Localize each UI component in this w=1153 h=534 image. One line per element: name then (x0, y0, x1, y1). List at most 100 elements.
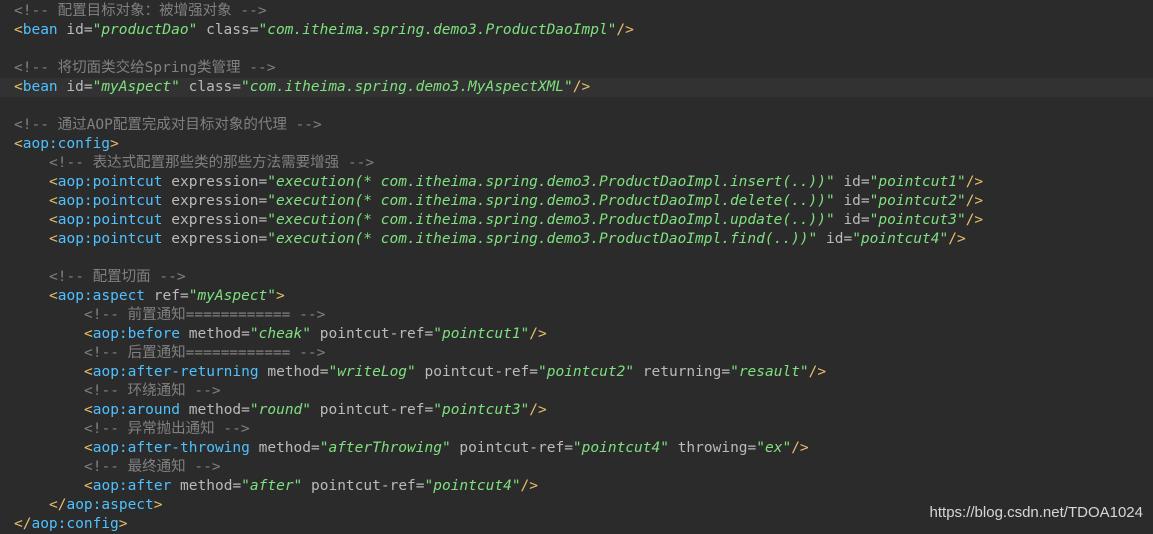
code-token-attr: returning (642, 364, 722, 380)
watermark-text: https://blog.csdn.net/TDOA1024 (929, 504, 1143, 521)
code-token-bracket: /> (791, 440, 809, 456)
code-token-equal: = (860, 174, 870, 190)
code-line[interactable]: <aop:aspect ref="myAspect"> (0, 287, 1153, 306)
code-line[interactable]: <aop:pointcut expression="execution(* co… (0, 230, 1153, 249)
code-token-attr: class (206, 22, 250, 38)
code-token-attr: pointcut-ref (319, 326, 425, 342)
code-line[interactable]: <!-- 环绕通知 --> (0, 382, 1153, 401)
code-line[interactable]: <!-- 配置切面 --> (0, 268, 1153, 287)
code-token-comment: <!-- 环绕通知 --> (84, 383, 221, 399)
code-line[interactable]: <aop:pointcut expression="execution(* co… (0, 192, 1153, 211)
code-editor[interactable]: <!-- 配置目标对象：被增强对象 --> <bean id="productDa… (0, 0, 1153, 532)
code-line[interactable]: <aop:around method="round" pointcut-ref=… (0, 401, 1153, 420)
code-token-bracket: /> (965, 174, 984, 190)
code-line[interactable] (0, 40, 1153, 59)
code-line[interactable]: <bean id="productDao" class="com.itheima… (0, 21, 1153, 40)
code-token-value-green: "productDao" (92, 22, 198, 38)
code-token-name: bean (22, 22, 58, 38)
code-token-attr: pointcut-ref (424, 364, 530, 380)
code-token-bracket: /> (965, 193, 984, 209)
code-line[interactable]: <aop:pointcut expression="execution(* co… (0, 173, 1153, 192)
code-line[interactable]: <aop:after method="after" pointcut-ref="… (0, 477, 1153, 496)
code-token-name: bean (22, 79, 58, 95)
code-token-equal: = (424, 326, 434, 342)
code-line[interactable]: <aop:pointcut expression="execution(* co… (0, 211, 1153, 230)
code-token-comment: <!-- 配置切面 --> (49, 269, 186, 285)
code-token-value-green: "execution(* com.itheima.spring.demo3.Pr… (267, 174, 835, 190)
code-line[interactable]: <aop:before method="cheak" pointcut-ref=… (0, 325, 1153, 344)
code-token-attr: throwing (677, 440, 748, 456)
code-token-equal: = (529, 364, 539, 380)
code-token-bracket: < (84, 402, 93, 418)
code-line[interactable]: <aop:after-throwing method="afterThrowin… (0, 439, 1153, 458)
code-token-bracket: > (118, 516, 128, 532)
code-line[interactable] (0, 97, 1153, 116)
code-token-value-green: "pointcut3" (433, 402, 530, 418)
code-token-bracket: < (84, 440, 93, 456)
code-line[interactable]: <!-- 表达式配置那些类的那些方法需要增强 --> (0, 154, 1153, 173)
code-line[interactable]: <!-- 后置通知============ --> (0, 344, 1153, 363)
code-token-equal: = (232, 79, 242, 95)
code-token-attr: expression (171, 212, 259, 228)
code-token-equal: = (258, 193, 268, 209)
code-token-equal: = (241, 402, 250, 418)
code-token-value-green: "execution(* com.itheima.spring.demo3.Pr… (267, 231, 818, 247)
code-line[interactable]: <aop:after-returning method = "writeLog" p… (0, 363, 1153, 382)
code-line[interactable] (0, 249, 1153, 268)
code-token-bracket: </ (14, 516, 32, 532)
code-token-name: aop:aspect (66, 497, 154, 513)
code-token-value-green: "writeLog" (328, 364, 416, 380)
code-token-name: aop:after (92, 478, 172, 494)
code-token-value-green: "myAspect" (92, 79, 180, 95)
code-token-value-green: "com.itheima.spring.demo3.ProductDaoImpl… (258, 22, 617, 38)
code-token-name: aop:around (92, 402, 181, 418)
code-token-equal: = (311, 440, 320, 456)
code-token-value-green: "com.itheima.spring.demo3.MyAspectXML" (241, 79, 573, 95)
code-line[interactable]: <!-- 最终通知 --> (0, 458, 1153, 477)
code-token-equal: = (843, 231, 853, 247)
code-token-attr: id (66, 22, 84, 38)
code-token-equal: = (258, 212, 268, 228)
code-token-value-green: "pointcut4" (852, 231, 949, 247)
code-token-name: aop:pointcut (57, 231, 163, 247)
code-token-value-green: "pointcut4" (572, 440, 669, 456)
code-token-bracket: /> (948, 231, 966, 247)
code-token-attr: method (180, 478, 233, 494)
code-token-equal: = (564, 440, 573, 456)
code-token-bracket: /> (520, 478, 539, 494)
code-token-equal: = (258, 231, 268, 247)
code-token-equal: = (179, 288, 189, 304)
code-line[interactable]: <aop:config> (0, 135, 1153, 154)
code-line[interactable]: <!-- 前置通知============ --> (0, 306, 1153, 325)
code-line[interactable]: <!-- 通过AOP配置完成对目标对象的代理 --> (0, 116, 1153, 135)
code-token-comment: <!-- 通过AOP配置完成对目标对象的代理 --> (14, 117, 322, 133)
code-token-name: aop:before (92, 326, 181, 342)
code-token-equal: = (424, 402, 434, 418)
code-token-attr: pointcut-ref (311, 478, 416, 494)
code-line[interactable]: <!-- 配置目标对象：被增强对象 --> (0, 2, 1153, 21)
code-token-value-green: "myAspect" (188, 288, 277, 304)
code-token-equal: = (721, 364, 731, 380)
code-line[interactable]: <!-- 将切面类交给Spring类管理 --> (0, 59, 1153, 78)
code-token-bracket: < (49, 231, 58, 247)
code-token-value-green: "after" (241, 478, 303, 494)
code-line[interactable]: <bean id="myAspect" class="com.itheima.s… (0, 78, 1153, 97)
code-token-attr: id (826, 231, 844, 247)
code-line[interactable]: <!-- 异常抛出通知 --> (0, 420, 1153, 439)
code-token-bracket: /> (965, 212, 984, 228)
code-token-comment: <!-- 将切面类交给Spring类管理 --> (14, 60, 276, 76)
code-token-attr: method (258, 440, 311, 456)
code-token-attr: id (843, 174, 861, 190)
code-token-bracket: /> (616, 22, 634, 38)
code-token-name: aop:after-throwing (92, 440, 250, 456)
code-token-value-green: "pointcut1" (869, 174, 966, 190)
